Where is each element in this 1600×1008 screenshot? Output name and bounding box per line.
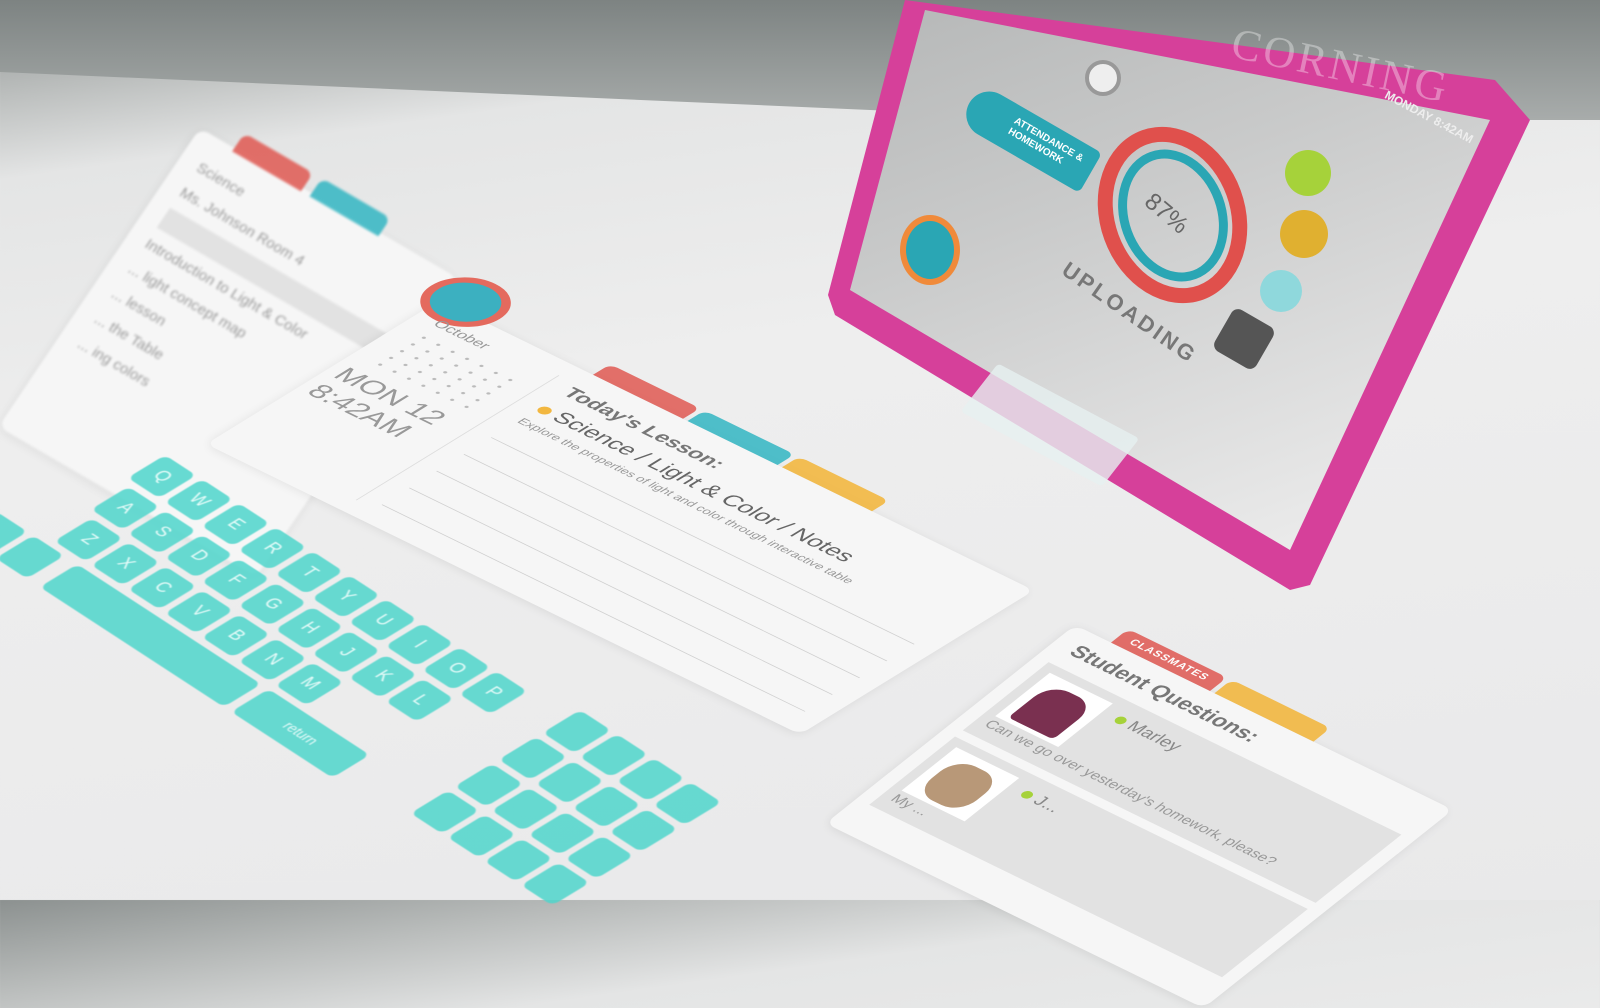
flag-icon[interactable]	[1280, 210, 1328, 258]
student-name: J...	[1029, 792, 1067, 816]
lesson-description: Explore the properties of light and colo…	[514, 416, 858, 586]
bullet-icon	[534, 405, 555, 417]
chat-icon[interactable]	[1085, 60, 1121, 96]
online-dot-icon	[1112, 715, 1130, 726]
target-icon[interactable]	[1260, 270, 1302, 312]
lesson-heading: Today's Lesson:	[557, 384, 732, 472]
student-questions-card: CLASSMATES Student Questions: Marley Can…	[825, 625, 1453, 1008]
home-icon[interactable]	[900, 215, 960, 285]
online-dot-icon	[1018, 789, 1036, 801]
star-icon[interactable]	[1285, 150, 1331, 196]
return-key[interactable]: return	[231, 689, 370, 778]
